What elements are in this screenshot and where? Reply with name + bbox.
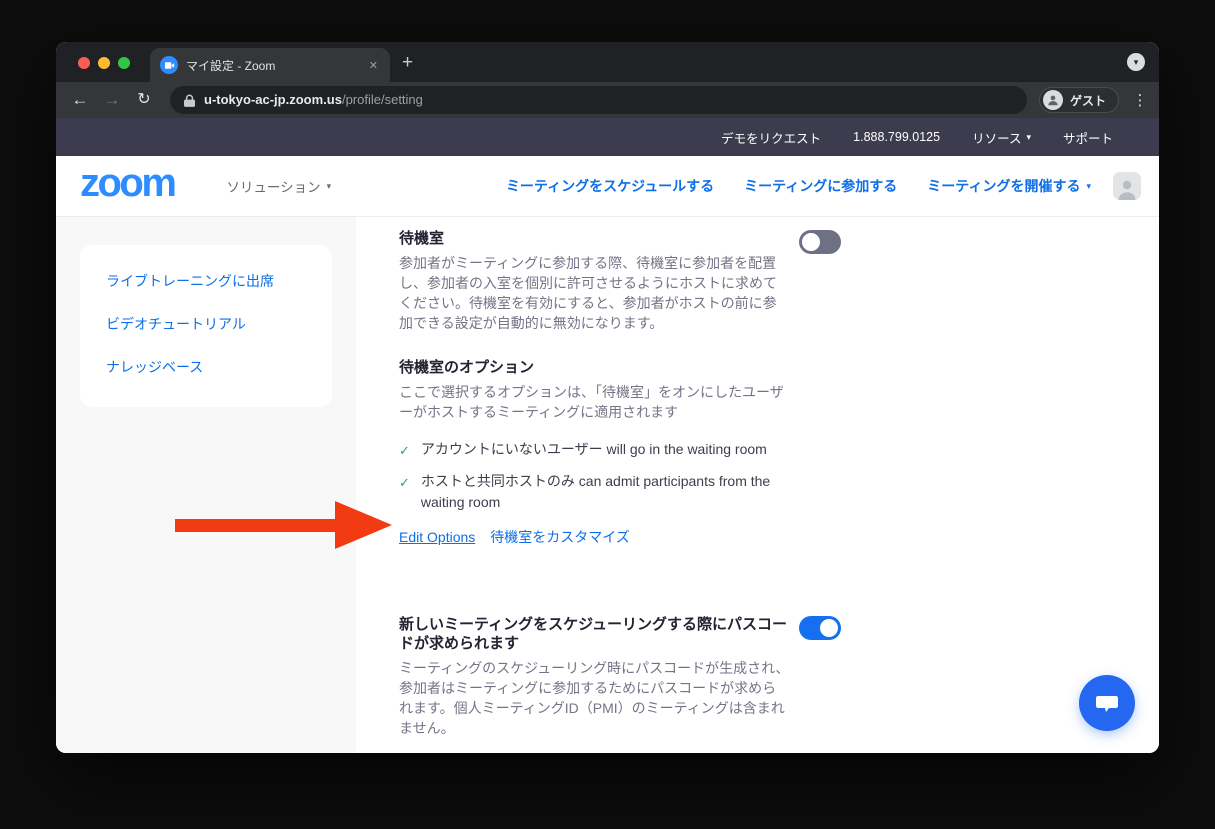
topbar-request-demo-link[interactable]: デモをリクエスト: [721, 128, 821, 147]
sidebar-card: ライブトレーニングに出席 ビデオチュートリアル ナレッジベース: [80, 245, 332, 407]
check-icon: ✓: [399, 472, 410, 513]
waiting-room-title: 待機室: [399, 229, 790, 248]
settings-main: 待機室 参加者がミーティングに参加する際、待機室に参加者を配置し、参加者の入室を…: [356, 217, 1159, 753]
topbar-link-label: デモをリクエスト: [721, 128, 821, 147]
option-item-label: ホストと共同ホストのみ can admit participants from …: [421, 471, 790, 513]
chat-bubble-icon: [1094, 691, 1120, 715]
sidebar: ライブトレーニングに出席 ビデオチュートリアル ナレッジベース: [56, 217, 356, 753]
zoom-header: zoom ソリューション ▾ ミーティングをスケジュールする ミーティングに参加す…: [56, 156, 1159, 217]
check-icon: ✓: [399, 440, 410, 461]
chevron-down-icon: ▾: [1026, 133, 1031, 142]
nav-link-label: ミーティングを開催する: [927, 176, 1080, 196]
chevron-down-icon: ▾: [1086, 182, 1091, 191]
minimize-window-button[interactable]: [98, 57, 110, 69]
topbar-link-label: サポート: [1063, 128, 1113, 147]
waiting-room-options: 待機室のオプション ここで選択するオプションは、「待機室」をオンにしたユーザーが…: [399, 358, 1159, 547]
browser-menu-icon[interactable]: ⋮: [1131, 91, 1149, 109]
url-path: /profile/setting: [342, 92, 423, 107]
back-button[interactable]: ←: [66, 86, 94, 114]
waiting-room-options-description: ここで選択するオプションは、「待機室」をオンにしたユーザーがホストするミーティン…: [399, 382, 790, 422]
lock-icon: [184, 94, 195, 107]
topbar-resources-menu[interactable]: リソース ▾: [972, 128, 1031, 147]
customize-waiting-room-link[interactable]: 待機室をカスタマイズ: [490, 527, 630, 547]
option-item: ✓ アカウントにいないユーザー will go in the waiting r…: [399, 439, 790, 461]
toggle-knob: [802, 233, 820, 251]
waiting-room-toggle[interactable]: [799, 230, 841, 254]
topbar-link-label: リソース: [972, 128, 1021, 147]
browser-profile-button[interactable]: ゲスト: [1039, 87, 1119, 113]
address-bar[interactable]: u-tokyo-ac-jp.zoom.us/profile/setting: [170, 86, 1027, 114]
browser-tab-strip: マイ設定 - Zoom ✕ + ▾: [56, 42, 1159, 82]
page-body: ライブトレーニングに出席 ビデオチュートリアル ナレッジベース 待機室 参加者が…: [56, 217, 1159, 753]
forward-button[interactable]: →: [98, 86, 126, 114]
tab-close-icon[interactable]: ✕: [367, 57, 380, 74]
solutions-menu[interactable]: ソリューション ▾: [226, 176, 331, 196]
option-item-label: アカウントにいないユーザー will go in the waiting roo…: [421, 439, 767, 461]
passcode-description: ミーティングのスケジューリング時にパスコードが生成され、参加者はミーティングに参…: [399, 658, 790, 738]
sidebar-link-live-training[interactable]: ライブトレーニングに出席: [106, 271, 306, 291]
sidebar-link-knowledge-base[interactable]: ナレッジベース: [106, 357, 306, 377]
tab-title: マイ設定 - Zoom: [186, 57, 359, 74]
waiting-room-options-title: 待機室のオプション: [399, 358, 1159, 377]
browser-toolbar: ← → ↻ u-tokyo-ac-jp.zoom.us/profile/sett…: [56, 82, 1159, 118]
topbar-support-link[interactable]: サポート: [1063, 128, 1113, 147]
tab-search-button[interactable]: ▾: [1127, 53, 1145, 71]
host-meeting-menu[interactable]: ミーティングを開催する ▾: [927, 176, 1091, 196]
sidebar-link-video-tutorials[interactable]: ビデオチュートリアル: [106, 314, 306, 334]
zoom-favicon-icon: [160, 56, 178, 74]
waiting-room-options-list: ✓ アカウントにいないユーザー will go in the waiting r…: [399, 439, 790, 513]
passcode-title: 新しいミーティングをスケジューリングする際にパスコードが求められます: [399, 615, 790, 653]
url-host: u-tokyo-ac-jp.zoom.us: [204, 92, 342, 107]
zoom-topbar: デモをリクエスト 1.888.799.0125 リソース ▾ サポート: [56, 118, 1159, 156]
waiting-room-links: Edit Options 待機室をカスタマイズ: [399, 527, 1159, 547]
guest-label: ゲスト: [1070, 92, 1106, 109]
chevron-down-icon: ▾: [327, 182, 332, 191]
browser-tab[interactable]: マイ設定 - Zoom ✕: [150, 48, 390, 82]
option-item: ✓ ホストと共同ホストのみ can admit participants fro…: [399, 471, 790, 513]
browser-window: マイ設定 - Zoom ✕ + ▾ ← → ↻ u-tokyo-ac-jp.zo…: [56, 42, 1159, 753]
topbar-link-label: 1.888.799.0125: [853, 130, 940, 144]
schedule-meeting-link[interactable]: ミーティングをスケジュールする: [506, 176, 714, 196]
waiting-room-setting: 待機室 参加者がミーティングに参加する際、待機室に参加者を配置し、参加者の入室を…: [399, 229, 1159, 333]
toggle-knob: [820, 619, 838, 637]
passcode-toggle[interactable]: [799, 616, 841, 640]
waiting-room-text: 待機室 参加者がミーティングに参加する際、待機室に参加者を配置し、参加者の入室を…: [399, 229, 790, 333]
guest-avatar-icon: [1043, 90, 1063, 110]
join-meeting-link[interactable]: ミーティングに参加する: [744, 176, 897, 196]
chat-support-button[interactable]: [1079, 675, 1135, 731]
fullscreen-window-button[interactable]: [118, 57, 130, 69]
nav-link-label: ミーティングをスケジュールする: [506, 176, 714, 196]
close-window-button[interactable]: [78, 57, 90, 69]
new-tab-button[interactable]: +: [402, 50, 413, 76]
edit-options-link[interactable]: Edit Options: [399, 529, 475, 545]
solutions-label: ソリューション: [226, 176, 320, 196]
topbar-phone-link[interactable]: 1.888.799.0125: [853, 130, 940, 144]
chevron-down-icon: ▾: [1134, 58, 1139, 67]
account-avatar[interactable]: [1113, 172, 1141, 200]
desktop: { "browser": { "tab_title": "マイ設定 - Zoom…: [0, 0, 1215, 829]
passcode-text: 新しいミーティングをスケジューリングする際にパスコードが求められます ミーティン…: [399, 615, 790, 738]
window-controls: [78, 57, 130, 69]
waiting-room-description: 参加者がミーティングに参加する際、待機室に参加者を配置し、参加者の入室を個別に許…: [399, 253, 790, 333]
passcode-setting: 新しいミーティングをスケジューリングする際にパスコードが求められます ミーティン…: [399, 615, 1159, 738]
header-nav: ミーティングをスケジュールする ミーティングに参加する ミーティングを開催する ▾: [506, 176, 1091, 196]
nav-link-label: ミーティングに参加する: [744, 176, 897, 196]
zoom-logo[interactable]: zoom: [80, 163, 174, 203]
reload-button[interactable]: ↻: [130, 86, 158, 114]
